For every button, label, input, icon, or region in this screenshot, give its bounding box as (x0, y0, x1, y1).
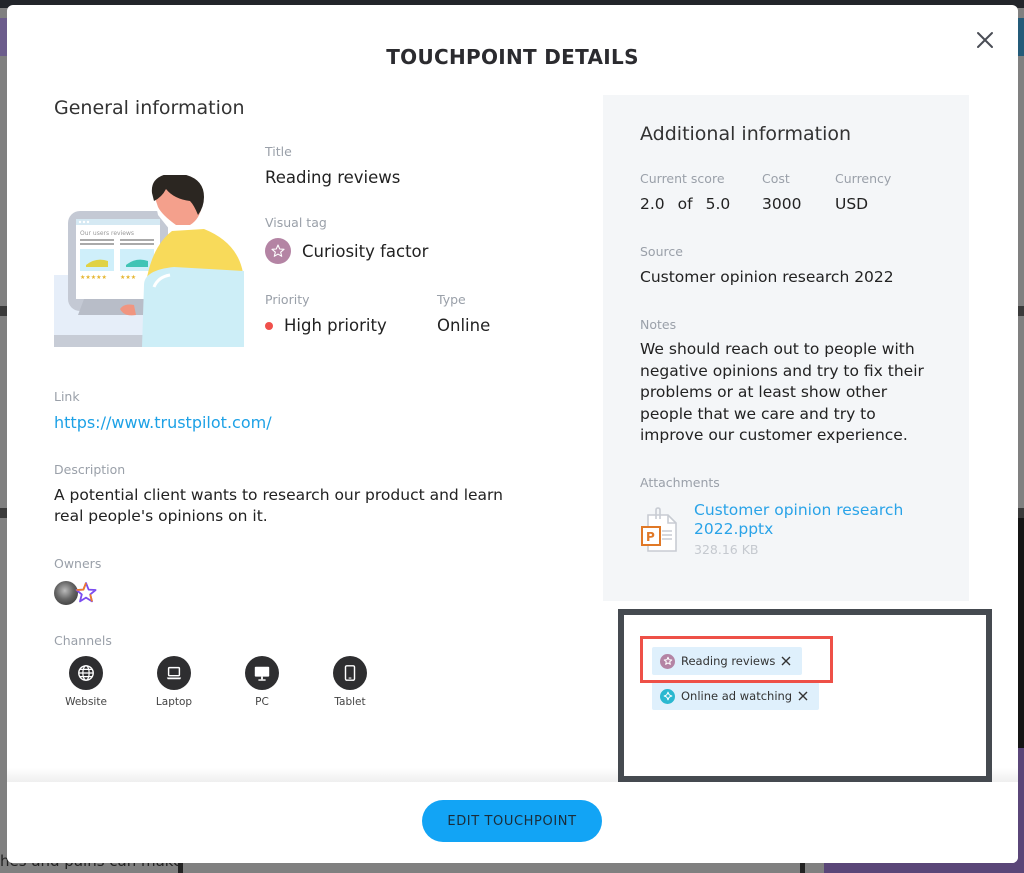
sparkle-icon (660, 688, 675, 704)
attachments-field: Attachments P Customer opinion research … (640, 475, 944, 557)
channel-label: Website (65, 696, 107, 708)
visual-tag-value: Curiosity factor (302, 241, 429, 261)
star-icon (265, 238, 291, 264)
additional-information-heading: Additional information (640, 123, 852, 145)
attachment-item[interactable]: P Customer opinion research 2022.pptx 32… (640, 501, 944, 557)
attachment-link[interactable]: Customer opinion research 2022.pptx (694, 501, 944, 539)
visual-tag-field: Visual tag Curiosity factor (265, 215, 428, 264)
current-score-field: Current score 2.0 of 5.0 (640, 171, 743, 213)
title-field: Title Reading reviews (265, 144, 400, 187)
svg-text:P: P (646, 530, 655, 544)
general-information-heading: General information (54, 97, 245, 119)
notes-field: Notes We should reach out to people with… (640, 317, 940, 447)
description-value: A potential client wants to research our… (54, 486, 503, 525)
attachment-size: 328.16 KB (694, 542, 759, 557)
type-label: Type (437, 292, 466, 307)
background-divider (800, 862, 805, 873)
priority-indicator-icon (265, 321, 273, 330)
channels-field: Channels Website Laptop PC Tablet (54, 633, 406, 708)
priority-label: Priority (265, 292, 310, 307)
laptop-icon (157, 656, 191, 690)
owners-label: Owners (54, 556, 102, 571)
powerpoint-file-icon: P (640, 507, 680, 555)
currency-field: Currency USD (835, 171, 891, 213)
modal-title: TOUCHPOINT DETAILS (386, 45, 639, 69)
description-label: Description (54, 462, 126, 477)
channel-laptop: Laptop (142, 656, 230, 708)
channels-label: Channels (54, 633, 112, 648)
additional-information-panel: Additional information Current score 2.0… (603, 95, 969, 601)
channel-tablet: Tablet (318, 656, 406, 708)
currency-label: Currency (835, 171, 892, 186)
title-label: Title (265, 144, 292, 159)
owners-field: Owners (54, 556, 101, 605)
cost-value: 3000 (762, 195, 802, 213)
priority-field: Priority High priority (265, 292, 387, 335)
channel-label: Tablet (334, 696, 366, 708)
link-field: Link https://www.trustpilot.com/ (54, 389, 272, 432)
chip-label: Online ad watching (681, 689, 793, 703)
current-score-label: Current score (640, 171, 725, 186)
chip-online-ad-watching[interactable]: Online ad watching (652, 682, 819, 710)
type-value: Online (437, 316, 491, 335)
notes-value: We should reach out to people with negat… (640, 340, 924, 444)
current-score-value: 2.0 (640, 195, 665, 213)
link-label: Link (54, 389, 80, 404)
star-logo-avatar[interactable] (74, 581, 98, 605)
source-label: Source (640, 244, 683, 259)
cost-field: Cost 3000 (762, 171, 801, 213)
close-button[interactable] (972, 27, 998, 53)
tablet-icon (333, 656, 367, 690)
globe-icon (69, 656, 103, 690)
description-field: Description A potential client wants to … (54, 462, 524, 527)
currency-value: USD (835, 195, 869, 213)
attachments-label: Attachments (640, 475, 720, 490)
svg-text:★★★★★: ★★★★★ (80, 274, 107, 281)
monitor-icon (245, 656, 279, 690)
svg-text:★★★: ★★★ (120, 274, 136, 281)
priority-value: High priority (284, 316, 387, 335)
channel-label: PC (255, 696, 269, 708)
highlight-box (640, 636, 833, 683)
title-value: Reading reviews (265, 168, 401, 187)
score-max-value: 5.0 (705, 195, 731, 213)
close-icon (977, 32, 993, 48)
svg-text:Our users reviews: Our users reviews (80, 230, 134, 237)
remove-chip-icon[interactable] (797, 690, 809, 702)
link-url[interactable]: https://www.trustpilot.com/ (54, 413, 272, 432)
type-field: Type Online (437, 292, 490, 335)
channel-label: Laptop (155, 696, 193, 708)
cost-label: Cost (762, 171, 790, 186)
background-divider (178, 862, 183, 873)
score-of-text: of (677, 195, 693, 213)
channel-website: Website (54, 656, 142, 708)
visual-tag-label: Visual tag (265, 215, 327, 230)
channel-pc: PC (230, 656, 318, 708)
source-value: Customer opinion research 2022 (640, 268, 894, 286)
source-field: Source Customer opinion research 2022 (640, 244, 894, 286)
notes-label: Notes (640, 317, 677, 332)
person-reading-reviews-illustration: Our users reviews ★★★★★ ★★★ (54, 173, 244, 347)
edit-touchpoint-button[interactable]: EDIT TOUCHPOINT (422, 800, 602, 842)
